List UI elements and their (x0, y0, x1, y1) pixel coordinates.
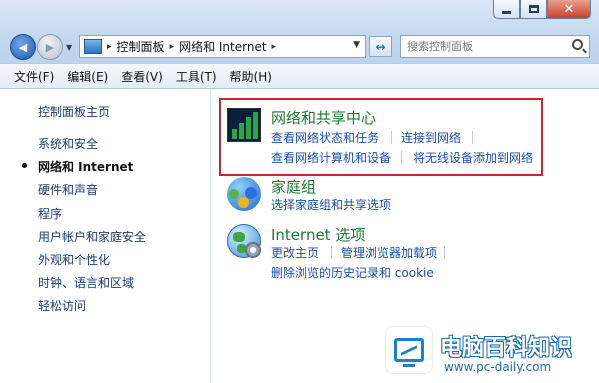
breadcrumb-network-internet[interactable]: 网络和 Internet (179, 38, 266, 55)
menu-edit[interactable]: 编辑(E) (67, 68, 108, 85)
sidebar-list: 系统和安全 网络和 Internet 硬件和声音 程序 用户帐户和家庭安全 外观… (22, 135, 146, 321)
sidebar-item-network-internet[interactable]: 网络和 Internet (22, 158, 146, 181)
homegroup-sharing-options-link[interactable]: 选择家庭组和共享选项 (271, 196, 391, 213)
breadcrumb-separator-icon[interactable]: ▸ (272, 42, 277, 52)
sidebar-item-label: 网络和 Internet (38, 160, 134, 175)
network-sharing-center-title[interactable]: 网络和共享中心 (271, 107, 376, 128)
sidebar-item-appearance[interactable]: 外观和个性化 (38, 251, 146, 274)
navigation-bar: ◀ ▶ ▼ ▸ 控制面板 ▸ 网络和 Internet ▸ ▼ ↔ (0, 30, 599, 63)
breadcrumb-control-panel[interactable]: 控制面板 (117, 38, 165, 55)
sidebar-item-programs[interactable]: 程序 (38, 205, 146, 228)
link-separator (444, 246, 445, 259)
sidebar-item-clock-language[interactable]: 时钟、语言和区域 (38, 274, 146, 297)
internet-options-title[interactable]: Internet 选项 (271, 224, 365, 245)
view-network-status-link[interactable]: 查看网络状态和任务 (271, 129, 379, 146)
control-panel-icon (84, 39, 102, 54)
back-arrow-icon: ◀ (18, 40, 28, 54)
maximize-icon (528, 5, 539, 13)
forward-arrow-icon: ▶ (45, 40, 55, 54)
watermark-title: 电脑百科知识 (440, 336, 573, 361)
sidebar-item-user-accounts[interactable]: 用户帐户和家庭安全 (38, 228, 146, 251)
link-separator (391, 131, 392, 144)
menu-bar: 文件(F) 编辑(E) 查看(V) 工具(T) 帮助(H) (0, 63, 599, 89)
refresh-button[interactable]: ↔ (369, 36, 392, 57)
connect-to-network-link[interactable]: 连接到网络 (401, 129, 461, 146)
watermark-logo (386, 327, 432, 373)
sidebar: 控制面板主页 系统和安全 网络和 Internet 硬件和声音 程序 用户帐户和… (0, 89, 211, 383)
sidebar-item-hardware-sound[interactable]: 硬件和声音 (38, 181, 146, 204)
manage-addons-link[interactable]: 管理浏览器加载项 (341, 244, 437, 261)
address-bar[interactable]: ▸ 控制面板 ▸ 网络和 Internet ▸ ▼ (79, 35, 366, 58)
sidebar-item-ease-of-access[interactable]: 轻松访问 (38, 297, 146, 320)
search-box[interactable] (400, 35, 590, 58)
menu-tools[interactable]: 工具(T) (176, 68, 217, 85)
window-controls: ✕ (493, 0, 591, 19)
maximize-button[interactable] (520, 0, 547, 19)
back-button[interactable]: ◀ (10, 34, 36, 60)
refresh-icon: ↔ (375, 39, 386, 54)
homegroup-title[interactable]: 家庭组 (271, 176, 316, 197)
change-homepage-link[interactable]: 更改主页 (271, 244, 319, 261)
minimize-icon (502, 10, 511, 14)
link-separator (401, 151, 402, 164)
sidebar-home-link[interactable]: 控制面板主页 (38, 103, 110, 120)
view-network-computers-link[interactable]: 查看网络计算机和设备 (271, 149, 391, 166)
link-separator (331, 246, 332, 259)
internet-options-icon[interactable] (227, 224, 261, 258)
delete-browsing-history-link[interactable]: 删除浏览的历史记录和 cookie (271, 264, 434, 281)
address-dropdown-icon[interactable]: ▼ (353, 40, 360, 50)
close-icon: ✕ (563, 1, 575, 17)
forward-button[interactable]: ▶ (37, 34, 63, 60)
watermark-url: www.pc-daily.com (444, 360, 552, 374)
current-item-bullet-icon (22, 163, 27, 169)
search-input[interactable] (407, 40, 567, 53)
add-wireless-device-link[interactable]: 将无线设备添加到网络 (413, 149, 533, 166)
homegroup-icon[interactable] (227, 177, 261, 211)
breadcrumb-separator-icon[interactable]: ▸ (170, 42, 175, 52)
monitor-icon (394, 338, 424, 362)
search-icon[interactable] (572, 39, 583, 50)
sidebar-item-system-security[interactable]: 系统和安全 (38, 135, 146, 158)
close-button[interactable]: ✕ (547, 0, 591, 19)
network-icon[interactable] (227, 108, 261, 142)
breadcrumb-separator-icon[interactable]: ▸ (107, 42, 112, 52)
gear-icon (245, 242, 261, 258)
menu-file[interactable]: 文件(F) (14, 68, 54, 85)
title-bar: ✕ (0, 0, 599, 30)
recent-pages-dropdown-icon[interactable]: ▼ (66, 43, 72, 52)
link-separator (472, 131, 473, 144)
menu-view[interactable]: 查看(V) (121, 68, 163, 85)
minimize-button[interactable] (493, 0, 520, 19)
menu-help[interactable]: 帮助(H) (230, 68, 272, 85)
